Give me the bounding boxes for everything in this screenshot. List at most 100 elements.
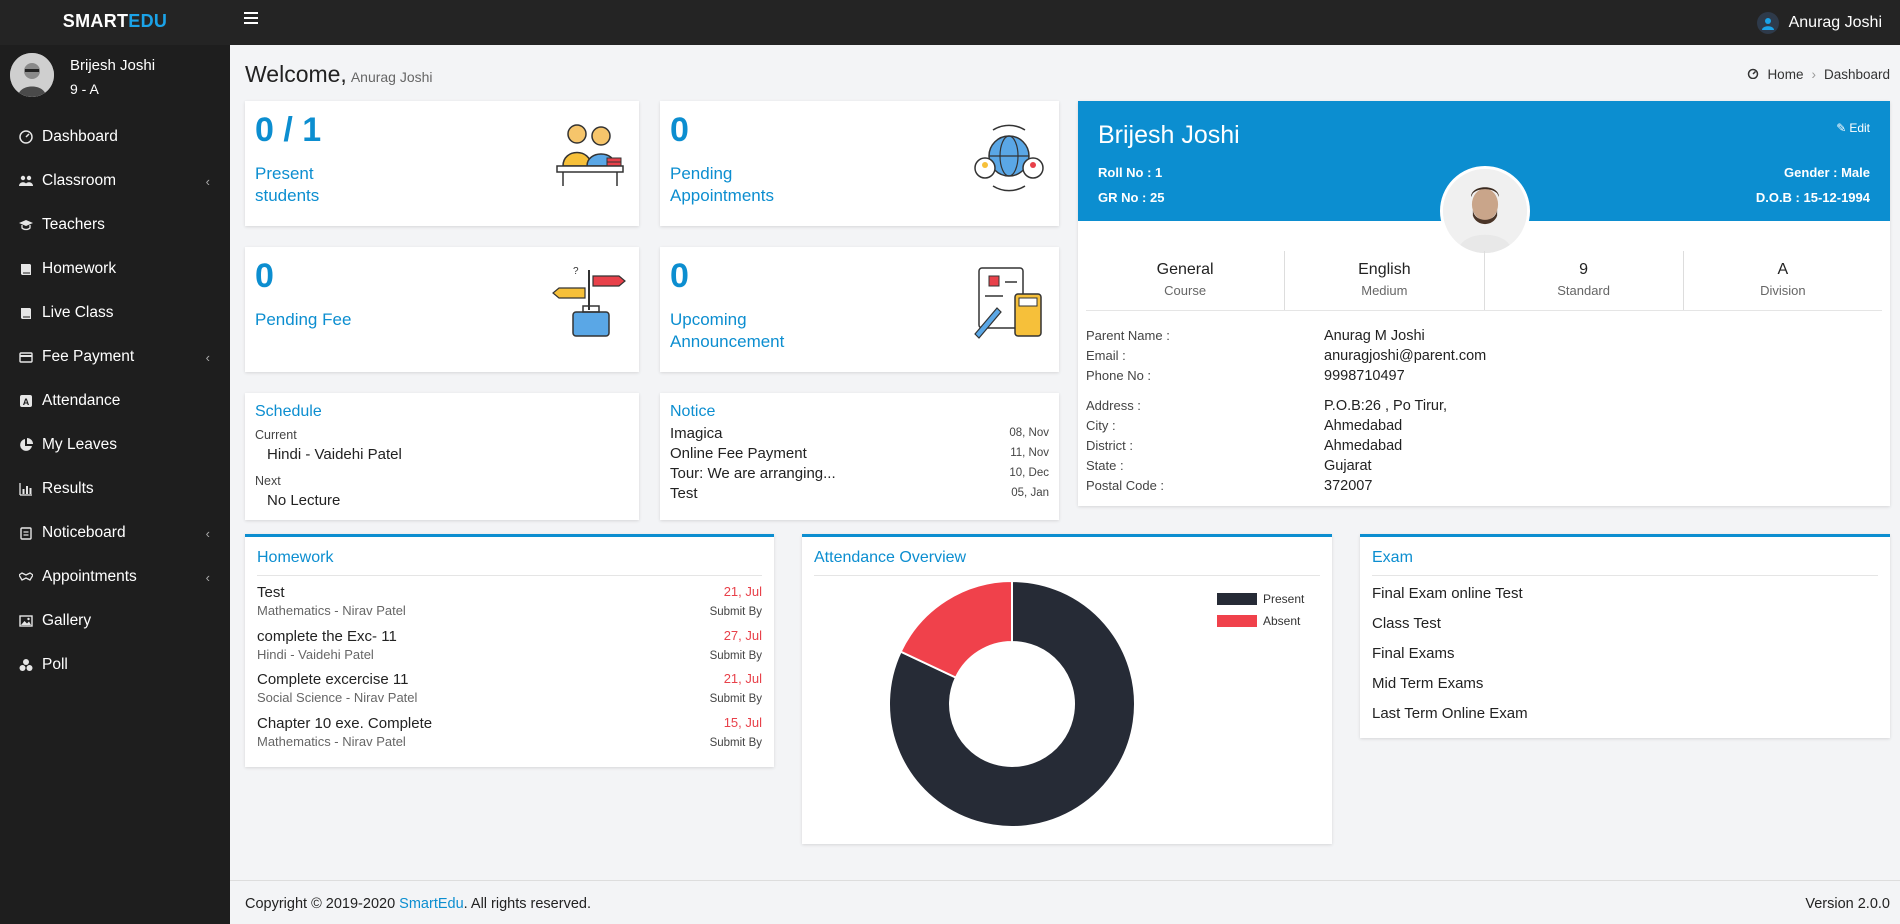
- exam-panel: Exam Final Exam online Test Class Test Fin…: [1360, 534, 1890, 738]
- smartedu-link[interactable]: SmartEdu: [399, 896, 463, 912]
- notice-item[interactable]: Imagica 08, Nov: [670, 423, 1049, 443]
- homework-item-title: Complete excercise 11: [257, 671, 409, 688]
- profile-stat-label: Medium: [1361, 283, 1408, 298]
- sidebar-item-teachers[interactable]: Teachers: [0, 203, 230, 247]
- sidebar: Brijesh Joshi 9 - A Dashboard Classroom ‹ T…: [0, 45, 230, 924]
- profile-stat-label: Standard: [1557, 283, 1610, 298]
- sidebar-item-my-leaves[interactable]: My Leaves: [0, 423, 230, 467]
- brand-logo[interactable]: SMARTEDU: [0, 0, 230, 45]
- sidebar-item-attendance[interactable]: A Attendance: [0, 379, 230, 423]
- roll-number: Roll No : 1: [1098, 165, 1163, 180]
- exam-item[interactable]: Class Test: [1372, 615, 1441, 632]
- profile-detail-key: Email :: [1086, 348, 1126, 363]
- profile-photo: [1440, 166, 1530, 256]
- schedule-next-label: Next: [255, 474, 281, 488]
- user-menu[interactable]: Anurag Joshi: [1756, 0, 1882, 45]
- exam-item[interactable]: Mid Term Exams: [1372, 675, 1483, 692]
- upcoming-announcement-label: Upcoming Announcement: [670, 310, 785, 351]
- chevron-left-icon: ‹: [205, 174, 210, 189]
- pending-fee-card[interactable]: 0 Pending Fee ?: [245, 247, 639, 372]
- sidebar-item-label: Teachers: [42, 216, 105, 233]
- homework-item-title: complete the Exc- 11: [257, 627, 397, 645]
- exam-item[interactable]: Last Term Online Exam: [1372, 705, 1528, 722]
- clipboard-icon: [18, 525, 34, 541]
- present-students-card[interactable]: 0 / 1 Present students: [245, 101, 639, 226]
- homework-item-date: 21, Jul: [723, 584, 762, 599]
- profile-detail-row: District : Ahmedabad: [1086, 438, 1882, 454]
- sidebar-item-results[interactable]: Results: [0, 467, 230, 511]
- legend-swatch: [1217, 615, 1257, 627]
- edit-label: Edit: [1849, 121, 1870, 135]
- poll-icon: [18, 657, 34, 673]
- schedule-card: Schedule Current Hindi - Vaidehi Patel N…: [245, 393, 639, 520]
- welcome-user-name: Anurag Joshi: [350, 69, 433, 85]
- sidebar-item-fee-payment[interactable]: Fee Payment ‹: [0, 335, 230, 379]
- legend-label: Absent: [1263, 614, 1301, 628]
- profile-stat: 9 Standard: [1485, 251, 1684, 310]
- exam-divider: [1372, 575, 1878, 576]
- profile-detail-row: Email : anuragjoshi@parent.com: [1086, 348, 1882, 364]
- notice-item-date: 05, Jan: [1011, 487, 1049, 499]
- notice-item[interactable]: Tour: We are arranging... 10, Dec: [670, 463, 1049, 483]
- user-name: Anurag Joshi: [1788, 13, 1882, 31]
- book-icon: [18, 261, 34, 277]
- edit-profile-button[interactable]: ✎ Edit: [1836, 121, 1870, 135]
- homework-item-subject: Social Science - Nirav Patel: [257, 690, 418, 705]
- svg-text:?: ?: [573, 266, 579, 277]
- notice-title: Notice: [670, 403, 716, 420]
- profile-stat: A Division: [1684, 251, 1882, 310]
- upcoming-announcement-value: 0: [670, 257, 689, 295]
- sidebar-item-classroom[interactable]: Classroom ‹: [0, 159, 230, 203]
- profile-detail-row: Address : P.O.B:26 , Po Tirur,: [1086, 398, 1882, 414]
- exam-item[interactable]: Final Exams: [1372, 645, 1455, 662]
- students-icon: [556, 124, 624, 186]
- homework-item-submit-label: Submit By: [709, 736, 762, 749]
- homework-item[interactable]: complete the Exc- 11 Hindi - Vaidehi Pate…: [257, 628, 762, 668]
- profile-detail-row: Postal Code : 372007: [1086, 478, 1882, 494]
- sidebar-item-label: Live Class: [42, 304, 114, 321]
- attendance-title: Attendance Overview: [814, 549, 967, 566]
- sidebar-item-label: Attendance: [42, 392, 121, 409]
- breadcrumb-separator: ›: [1811, 67, 1816, 82]
- homework-item-submit-label: Submit By: [709, 606, 762, 618]
- exam-item[interactable]: Final Exam online Test: [1372, 585, 1523, 602]
- homework-item-title: Chapter 10 exe. Complete: [257, 714, 433, 732]
- pending-appointments-card[interactable]: 0 Pending Appointments: [660, 101, 1059, 226]
- notice-item[interactable]: Test 05, Jan: [670, 483, 1049, 503]
- homework-item-subject: Mathematics - Nirav Patel: [257, 733, 406, 749]
- profile-detail-key: District :: [1086, 438, 1133, 453]
- image-icon: [18, 613, 34, 629]
- homework-item[interactable]: Chapter 10 exe. Complete Mathematics - Ni…: [257, 715, 762, 755]
- sidebar-item-dashboard[interactable]: Dashboard: [0, 115, 230, 159]
- sidebar-item-homework[interactable]: Homework: [0, 247, 230, 291]
- legend-swatch: [1217, 593, 1257, 605]
- menu-toggle-icon[interactable]: [244, 12, 258, 26]
- profile-detail-row: State : Gujarat: [1086, 458, 1882, 474]
- sidebar-item-live-class[interactable]: Live Class: [0, 291, 230, 335]
- legend-item-absent[interactable]: Absent: [1217, 614, 1300, 628]
- sidebar-item-noticeboard[interactable]: Noticeboard ‹: [0, 511, 230, 555]
- breadcrumb-home[interactable]: Home: [1767, 67, 1803, 82]
- sidebar-item-appointments[interactable]: Appointments ‹: [0, 555, 230, 599]
- schedule-current-label: Current: [255, 428, 297, 442]
- notice-item-title: Online Fee Payment: [670, 444, 807, 462]
- page-title: Welcome, Anurag Joshi: [245, 61, 433, 88]
- notice-item[interactable]: Online Fee Payment 11, Nov: [670, 443, 1049, 463]
- homework-item[interactable]: Complete excercise 11 Social Science - Ni…: [257, 671, 762, 711]
- legend-item-present[interactable]: Present: [1217, 592, 1304, 606]
- profile-stat-value: English: [1358, 261, 1411, 278]
- homework-item-date: 15, Jul: [723, 714, 762, 730]
- upcoming-announcement-card[interactable]: 0 Upcoming Announcement: [660, 247, 1059, 372]
- profile-detail-key: Address :: [1086, 398, 1141, 413]
- homework-item-submit-label: Submit By: [709, 649, 762, 662]
- sidebar-item-gallery[interactable]: Gallery: [0, 599, 230, 643]
- profile-detail-key: City :: [1086, 418, 1116, 433]
- pencil-icon: ✎: [1836, 121, 1847, 135]
- profile-detail-row: Parent Name : Anurag M Joshi: [1086, 328, 1882, 344]
- sidebar-item-label: Noticeboard: [42, 524, 126, 541]
- homework-panel: Homework Test Mathematics - Nirav Patel 21…: [245, 534, 774, 767]
- sidebar-item-poll[interactable]: Poll: [0, 643, 230, 687]
- homework-item[interactable]: Test Mathematics - Nirav Patel 21, Jul Subm…: [257, 584, 762, 624]
- sidebar-student-class: 9 - A: [70, 81, 99, 97]
- pending-appointments-value: 0: [670, 111, 689, 149]
